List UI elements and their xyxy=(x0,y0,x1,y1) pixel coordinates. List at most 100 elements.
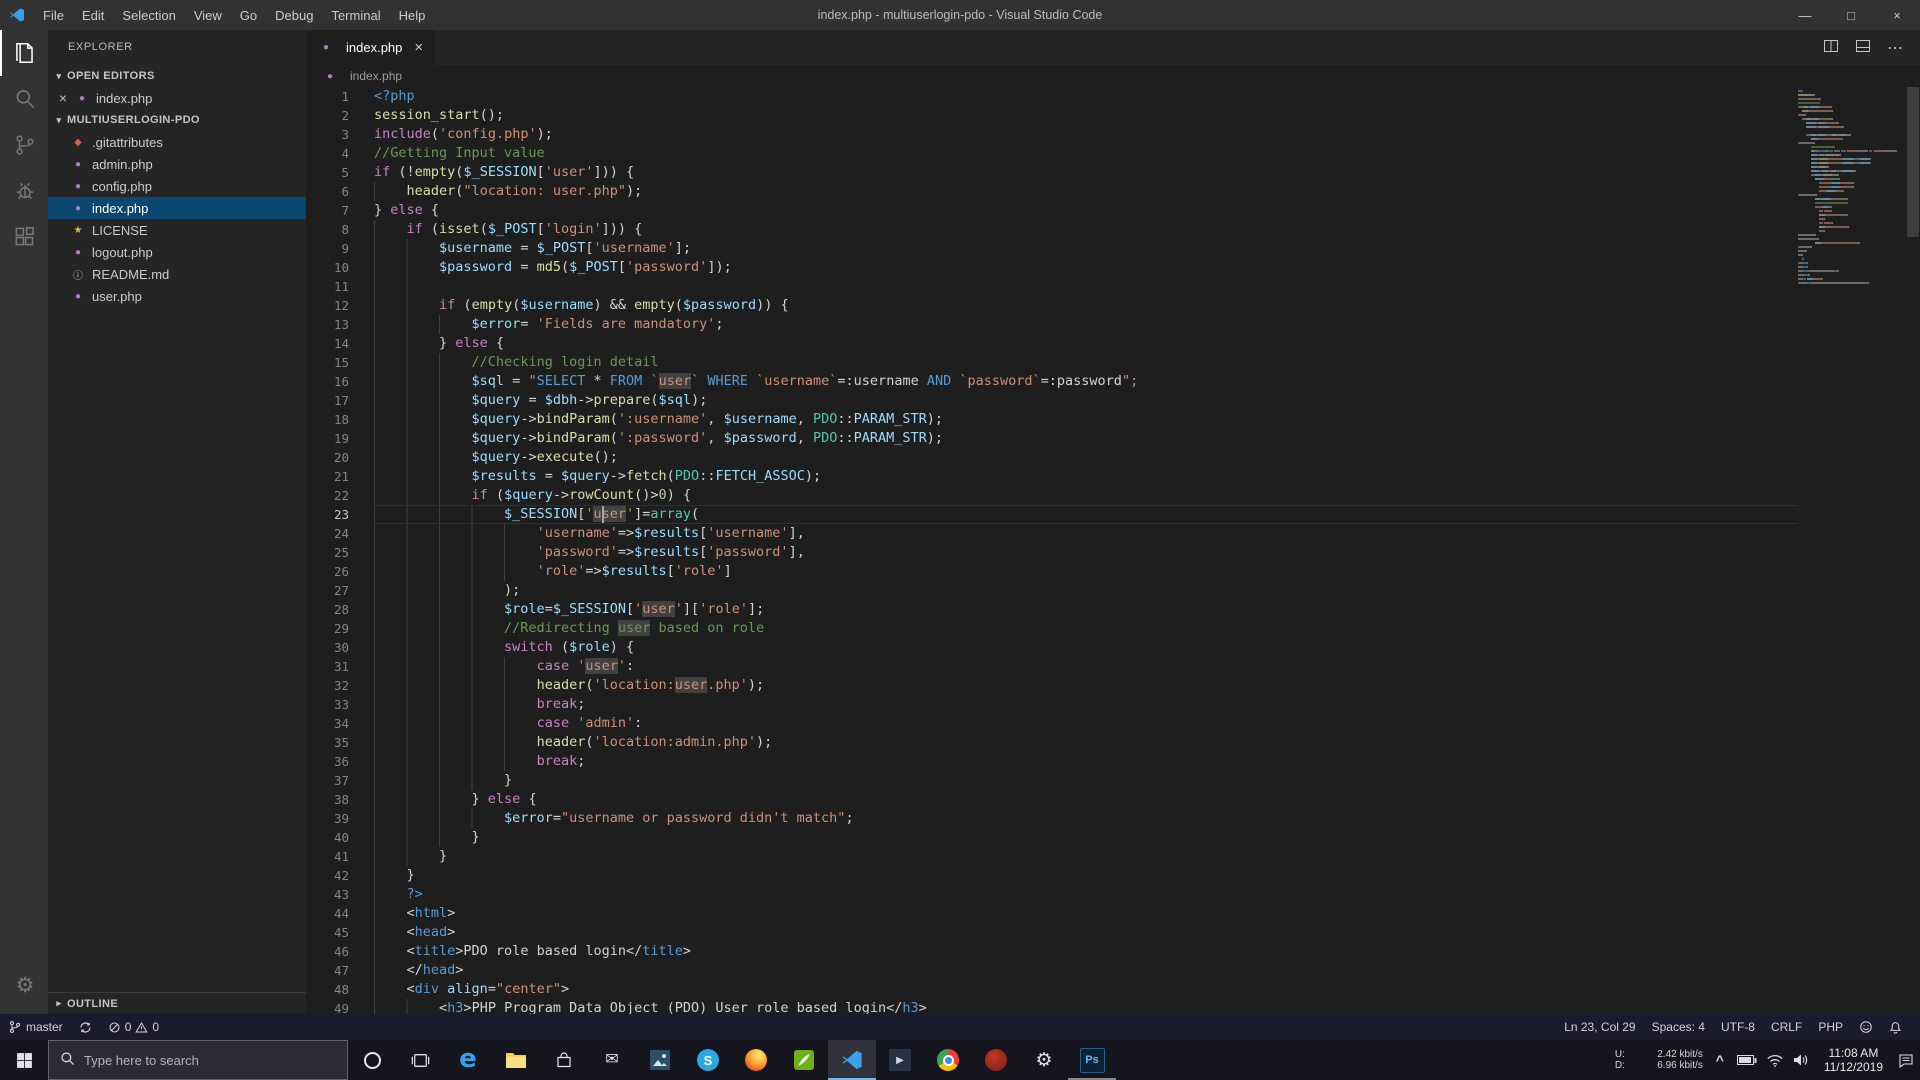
line-number[interactable]: 39 xyxy=(306,809,374,828)
greenshot-taskbar-icon[interactable] xyxy=(780,1040,828,1080)
code-line-28[interactable]: 28 $role=$_SESSION['user']['role']; xyxy=(306,600,1798,619)
code-line-46[interactable]: 46 <title>PDO role based login</title> xyxy=(306,942,1798,961)
editor-scrollbar[interactable] xyxy=(1906,87,1920,1014)
line-number[interactable]: 45 xyxy=(306,923,374,942)
code-line-5[interactable]: 5 if (!empty($_SESSION['user'])) { xyxy=(306,163,1798,182)
battery-icon[interactable] xyxy=(1736,1054,1757,1066)
menu-debug[interactable]: Debug xyxy=(266,8,322,23)
code-line-14[interactable]: 14 } else { xyxy=(306,334,1798,353)
store-taskbar-icon[interactable] xyxy=(540,1040,588,1080)
breadcrumb-item[interactable]: index.php xyxy=(350,69,402,83)
outline-header[interactable]: ▸ OUTLINE xyxy=(48,992,306,1014)
line-number[interactable]: 47 xyxy=(306,961,374,980)
line-number[interactable]: 38 xyxy=(306,790,374,809)
problems-indicator[interactable]: 0 0 xyxy=(100,1014,167,1040)
wifi-icon[interactable] xyxy=(1766,1053,1784,1068)
code-line-24[interactable]: 24 'username'=>$results['username'], xyxy=(306,524,1798,543)
code-line-35[interactable]: 35 header('location:admin.php'); xyxy=(306,733,1798,752)
more-actions-icon[interactable]: ⋯ xyxy=(1887,38,1904,58)
line-number[interactable]: 37 xyxy=(306,771,374,790)
code-line-6[interactable]: 6 header("location: user.php"); xyxy=(306,182,1798,201)
code-line-7[interactable]: 7} else { xyxy=(306,201,1798,220)
menu-view[interactable]: View xyxy=(185,8,231,23)
line-number[interactable]: 36 xyxy=(306,752,374,771)
branch-indicator[interactable]: master xyxy=(0,1014,71,1040)
code-line-26[interactable]: 26 'role'=>$results['role'] xyxy=(306,562,1798,581)
chrome-taskbar-icon[interactable] xyxy=(924,1040,972,1080)
line-number[interactable]: 42 xyxy=(306,866,374,885)
code-line-13[interactable]: 13 $error= 'Fields are mandatory'; xyxy=(306,315,1798,334)
line-number[interactable]: 31 xyxy=(306,657,374,676)
cortana-icon[interactable] xyxy=(348,1040,396,1080)
open-editor-item[interactable]: × ● index.php xyxy=(48,87,306,109)
file-item-readme-md[interactable]: ⓘ README.md xyxy=(48,263,306,285)
line-number[interactable]: 27 xyxy=(306,581,374,600)
code-line-33[interactable]: 33 break; xyxy=(306,695,1798,714)
code-line-38[interactable]: 38 } else { xyxy=(306,790,1798,809)
code-line-23[interactable]: 23 $_SESSION['user']=array( xyxy=(306,505,1798,524)
code-line-19[interactable]: 19 $query->bindParam(':password', $passw… xyxy=(306,429,1798,448)
code-line-4[interactable]: 4//Getting Input value xyxy=(306,144,1798,163)
code-line-42[interactable]: 42 } xyxy=(306,866,1798,885)
task-view-icon[interactable] xyxy=(396,1040,444,1080)
skype-taskbar-icon[interactable]: S xyxy=(684,1040,732,1080)
code-line-15[interactable]: 15 //Checking login detail xyxy=(306,353,1798,372)
line-number[interactable]: 30 xyxy=(306,638,374,657)
line-number[interactable]: 20 xyxy=(306,448,374,467)
code-line-17[interactable]: 17 $query = $dbh->prepare($sql); xyxy=(306,391,1798,410)
settings-taskbar-icon[interactable]: ⚙ xyxy=(1020,1040,1068,1080)
line-number[interactable]: 16 xyxy=(306,372,374,391)
line-number[interactable]: 9 xyxy=(306,239,374,258)
mail-taskbar-icon[interactable]: ✉ xyxy=(588,1040,636,1080)
menu-terminal[interactable]: Terminal xyxy=(322,8,389,23)
code-line-2[interactable]: 2 session_start(); xyxy=(306,106,1798,125)
line-number[interactable]: 7 xyxy=(306,201,374,220)
notifications-bell-icon[interactable] xyxy=(1881,1014,1910,1040)
code-area[interactable]: 1 <?php 2 session_start(); 3 include('config.… xyxy=(306,87,1798,1014)
code-line-36[interactable]: 36 break; xyxy=(306,752,1798,771)
activity-extensions-icon[interactable] xyxy=(0,214,48,260)
menu-help[interactable]: Help xyxy=(390,8,435,23)
line-number[interactable]: 21 xyxy=(306,467,374,486)
code-line-34[interactable]: 34 case 'admin': xyxy=(306,714,1798,733)
code-line-37[interactable]: 37 } xyxy=(306,771,1798,790)
folder-header[interactable]: ▾ MULTIUSERLOGIN-PDO xyxy=(48,109,306,131)
line-number[interactable]: 44 xyxy=(306,904,374,923)
code-line-30[interactable]: 30 switch ($role) { xyxy=(306,638,1798,657)
line-number[interactable]: 13 xyxy=(306,315,374,334)
open-editors-header[interactable]: ▾ OPEN EDITORS xyxy=(48,65,306,87)
line-number[interactable]: 19 xyxy=(306,429,374,448)
file-item-license[interactable]: ★ LICENSE xyxy=(48,219,306,241)
tab-close-icon[interactable]: × xyxy=(414,39,423,56)
code-line-31[interactable]: 31 case 'user': xyxy=(306,657,1798,676)
manage-gear-icon[interactable]: ⚙ xyxy=(0,962,48,1008)
code-line-29[interactable]: 29 //Redirecting user based on role xyxy=(306,619,1798,638)
line-number[interactable]: 26 xyxy=(306,562,374,581)
encoding-setting[interactable]: UTF-8 xyxy=(1713,1014,1763,1040)
music-taskbar-icon[interactable] xyxy=(972,1040,1020,1080)
breadcrumb[interactable]: ● index.php xyxy=(306,65,1920,87)
code-line-48[interactable]: 48 <div align="center"> xyxy=(306,980,1798,999)
code-line-25[interactable]: 25 'password'=>$results['password'], xyxy=(306,543,1798,562)
menu-file[interactable]: File xyxy=(34,8,73,23)
file-item-config-php[interactable]: ● config.php xyxy=(48,175,306,197)
hidden-icons-chevron-icon[interactable]: ^ xyxy=(1712,1052,1728,1068)
code-line-20[interactable]: 20 $query->execute(); xyxy=(306,448,1798,467)
code-line-8[interactable]: 8 if (isset($_POST['login'])) { xyxy=(306,220,1798,239)
code-line-44[interactable]: 44 <html> xyxy=(306,904,1798,923)
start-button[interactable] xyxy=(0,1040,48,1080)
line-number[interactable]: 43 xyxy=(306,885,374,904)
code-line-11[interactable]: 11 xyxy=(306,277,1798,296)
line-number[interactable]: 35 xyxy=(306,733,374,752)
line-number[interactable]: 33 xyxy=(306,695,374,714)
menu-edit[interactable]: Edit xyxy=(73,8,113,23)
firefox-taskbar-icon[interactable] xyxy=(732,1040,780,1080)
line-number[interactable]: 29 xyxy=(306,619,374,638)
line-number[interactable]: 18 xyxy=(306,410,374,429)
file-explorer-taskbar-icon[interactable] xyxy=(492,1040,540,1080)
cursor-position[interactable]: Ln 23, Col 29 xyxy=(1556,1014,1643,1040)
language-mode[interactable]: PHP xyxy=(1810,1014,1851,1040)
scrollbar-thumb[interactable] xyxy=(1907,87,1919,237)
line-number[interactable]: 41 xyxy=(306,847,374,866)
file-item-admin-php[interactable]: ● admin.php xyxy=(48,153,306,175)
